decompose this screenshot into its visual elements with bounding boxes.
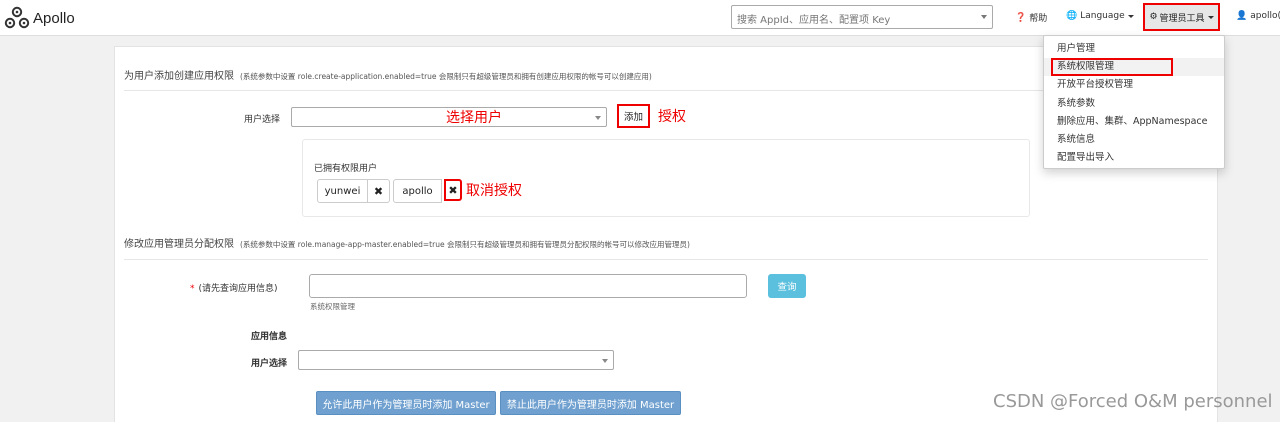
search-placeholder: 搜索 AppId、应用名、配置项 Key <box>737 15 891 26</box>
input-hint: 系统权限管理 <box>310 302 355 311</box>
brand[interactable]: Apollo <box>4 6 75 30</box>
menu-item-config-export-import[interactable]: 配置导出导入 <box>1044 149 1224 167</box>
admin-tools-menu[interactable]: ⚙ 管理员工具 <box>1143 3 1220 31</box>
menu-item-user-management[interactable]: 用户管理 <box>1044 40 1224 58</box>
section-create-app-permission-title: 为用户添加创建应用权限 (系统参数中设置 role.create-applicat… <box>124 67 652 82</box>
app-query-label-text: (请先查询应用信息) <box>198 284 278 294</box>
section-title: 修改应用管理员分配权限 <box>124 239 234 250</box>
caret-down-icon <box>1127 14 1134 18</box>
user-label: apollo(a <box>1250 11 1280 21</box>
admin-tools-dropdown: 用户管理 系统权限管理 开放平台授权管理 系统参数 删除应用、集群、AppNam… <box>1043 35 1225 169</box>
section-note: (系统参数中设置 role.create-application.enabled… <box>240 72 652 81</box>
required-mark: * <box>190 284 195 294</box>
close-icon: ✖ <box>448 183 458 197</box>
top-navbar: Apollo 搜索 AppId、应用名、配置项 Key ❓ 帮助 🌐 Langu… <box>0 0 1280 36</box>
app-info-label: 应用信息 <box>251 332 288 342</box>
close-icon: ✖ <box>373 184 384 198</box>
language-menu[interactable]: 🌐 Language <box>1066 11 1134 21</box>
owned-users-label: 已拥有权限用户 <box>314 164 378 174</box>
help-label: 帮助 <box>1029 14 1048 24</box>
menu-item-system-info[interactable]: 系统信息 <box>1044 131 1224 149</box>
forbid-master-button[interactable]: 禁止此用户作为管理员时添加 Master <box>500 391 681 415</box>
globe-icon: 🌐 <box>1066 11 1078 21</box>
menu-item-open-platform[interactable]: 开放平台授权管理 <box>1044 76 1224 94</box>
app-query-label: * (请先查询应用信息) <box>190 281 278 294</box>
user-icon: 👤 <box>1236 11 1248 21</box>
watermark: CSDN @Forced O&M personnel <box>993 391 1273 412</box>
divider <box>124 259 1208 260</box>
dropdown-arrow-icon <box>602 359 608 363</box>
language-label: Language <box>1080 11 1125 21</box>
annotation-revoke: 取消授权 <box>466 183 522 199</box>
dropdown-arrow-icon <box>981 15 987 19</box>
remove-user-button[interactable]: ✖ <box>368 179 390 203</box>
annotation-select-user: 选择用户 <box>446 110 502 126</box>
gear-icon: ⚙ <box>1149 12 1158 22</box>
remove-user-button[interactable]: ✖ <box>444 179 462 201</box>
annotation-grant: 授权 <box>658 109 686 125</box>
user-menu[interactable]: 👤 apollo(a <box>1236 11 1280 21</box>
section-manage-app-master-title: 修改应用管理员分配权限 (系统参数中设置 role.manage-app-mast… <box>124 235 690 250</box>
user-select[interactable] <box>298 350 614 370</box>
owned-permission-box <box>302 139 1030 217</box>
section-note: (系统参数中设置 role.manage-app-master.enabled=… <box>240 240 690 249</box>
section-title: 为用户添加创建应用权限 <box>124 71 234 82</box>
help-link[interactable]: ❓ 帮助 <box>1015 11 1048 25</box>
add-button[interactable]: 添加 <box>617 104 650 128</box>
caret-down-icon <box>1207 15 1214 19</box>
highlight-box <box>1051 58 1173 77</box>
user-select-label: 用户选择 <box>251 359 288 369</box>
admin-tools-label: 管理员工具 <box>1159 13 1205 24</box>
search-select[interactable]: 搜索 AppId、应用名、配置项 Key <box>731 5 993 29</box>
menu-item-delete-app[interactable]: 删除应用、集群、AppNamespace <box>1044 113 1224 131</box>
menu-item-system-params[interactable]: 系统参数 <box>1044 95 1224 113</box>
app-id-input[interactable] <box>309 274 747 298</box>
menu-item-system-permission[interactable]: 系统权限管理 <box>1044 58 1224 77</box>
user-tag: yunwei <box>317 179 368 203</box>
user-select-label: 用户选择 <box>244 115 281 125</box>
allow-master-button[interactable]: 允许此用户作为管理员时添加 Master <box>316 391 496 415</box>
question-circle-icon: ❓ <box>1015 12 1027 23</box>
brand-name: Apollo <box>33 9 75 27</box>
apollo-logo-icon <box>4 6 30 29</box>
dropdown-arrow-icon <box>595 116 601 120</box>
user-tag: apollo <box>393 179 442 203</box>
query-button[interactable]: 查询 <box>768 274 806 298</box>
